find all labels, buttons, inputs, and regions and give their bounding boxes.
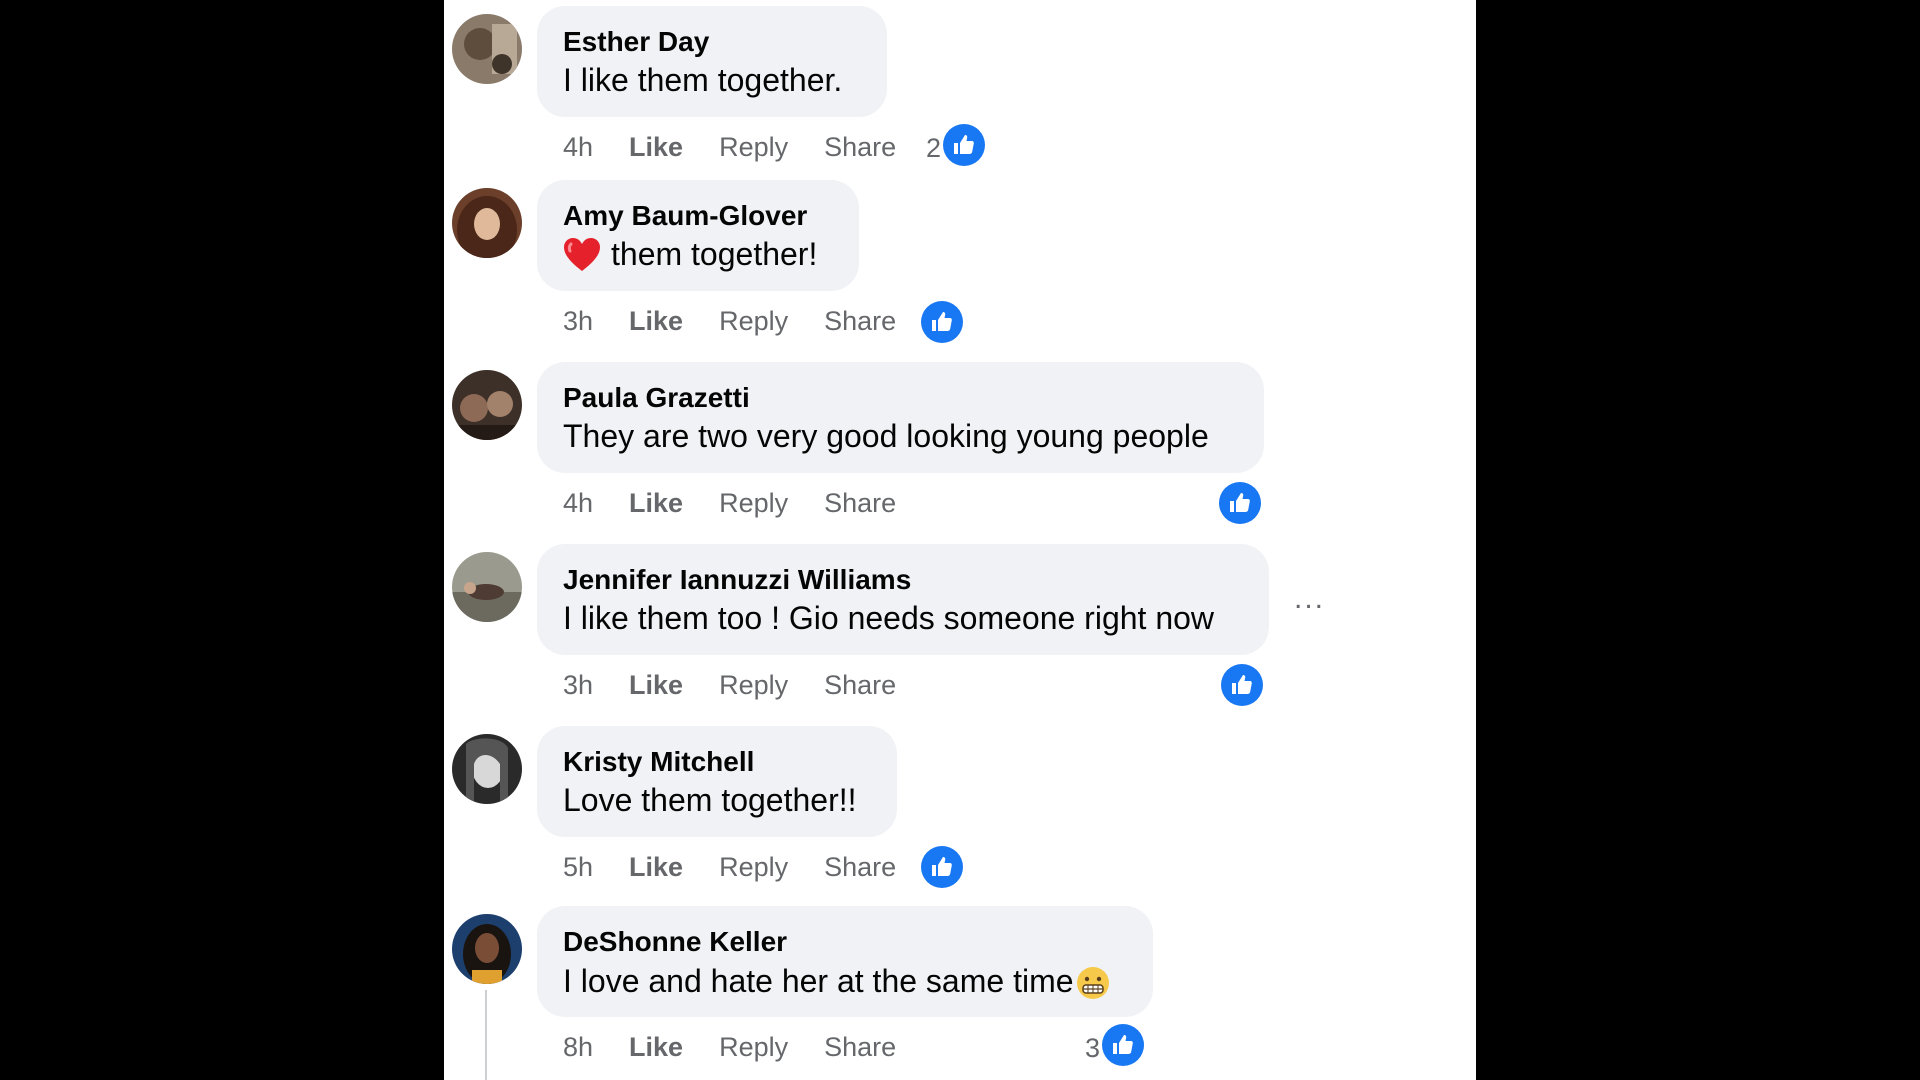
comment-text-body: I love and hate her at the same time: [563, 962, 1074, 999]
reaction-summary[interactable]: [1221, 664, 1263, 706]
comment-item: Esther Day I like them together. 4h Like…: [444, 6, 1476, 188]
comment-actions: 3h Like Reply Share: [563, 302, 932, 340]
comment-author[interactable]: Jennifer Iannuzzi Williams: [563, 564, 911, 596]
comment-timestamp[interactable]: 5h: [563, 852, 593, 883]
grimacing-face-icon: [1076, 966, 1110, 1000]
comment-timestamp[interactable]: 3h: [563, 306, 593, 337]
comment-item: DeShonne Keller I love and hate her at t…: [444, 906, 1476, 1080]
thumbs-up-icon: [1102, 1024, 1145, 1066]
comment-text: I love and hate her at the same time: [563, 962, 1110, 1000]
comment-timestamp[interactable]: 4h: [563, 488, 593, 519]
comment-text: Love them together!!: [563, 782, 857, 818]
thumbs-up-icon: [943, 124, 986, 166]
share-button[interactable]: Share: [824, 488, 896, 519]
like-button[interactable]: Like: [629, 132, 683, 163]
avatar[interactable]: [452, 370, 522, 440]
reaction-summary[interactable]: 2: [926, 124, 986, 166]
comment-actions: 4h Like Reply Share: [563, 484, 932, 522]
comment-bubble: Esther Day I like them together.: [537, 6, 887, 117]
comment-actions: 8h Like Reply Share: [563, 1028, 932, 1066]
reply-button[interactable]: Reply: [719, 1032, 788, 1063]
like-button[interactable]: Like: [629, 1032, 683, 1063]
comment-actions: 3h Like Reply Share: [563, 666, 932, 704]
comment-text: They are two very good looking young peo…: [563, 418, 1209, 454]
comment-actions: 4h Like Reply Share: [563, 128, 932, 166]
like-button[interactable]: Like: [629, 670, 683, 701]
red-heart-icon: [563, 237, 601, 273]
comment-text-body: them together!: [611, 236, 818, 272]
thumbs-up-icon: [1219, 482, 1261, 524]
like-button[interactable]: Like: [629, 306, 683, 337]
comment-timestamp[interactable]: 4h: [563, 132, 593, 163]
share-button[interactable]: Share: [824, 852, 896, 883]
reaction-count: 3: [1085, 1032, 1101, 1063]
comment-bubble: Kristy Mitchell Love them together!!: [537, 726, 897, 837]
reaction-summary[interactable]: 3: [1085, 1024, 1145, 1066]
reaction-summary[interactable]: [921, 846, 963, 888]
comment-item: Amy Baum-Glover them together! 3h Like R…: [444, 180, 1476, 362]
share-button[interactable]: Share: [824, 306, 896, 337]
reply-thread-line: [485, 990, 487, 1080]
share-button[interactable]: Share: [824, 1032, 896, 1063]
comment-text: I like them together.: [563, 62, 843, 98]
more-options-icon[interactable]: ...: [1294, 582, 1325, 616]
reply-button[interactable]: Reply: [719, 670, 788, 701]
comment-bubble: DeShonne Keller I love and hate her at t…: [537, 906, 1153, 1017]
comment-timestamp[interactable]: 8h: [563, 1032, 593, 1063]
like-button[interactable]: Like: [629, 488, 683, 519]
comment-timestamp[interactable]: 3h: [563, 670, 593, 701]
avatar[interactable]: [452, 14, 522, 84]
avatar[interactable]: [452, 552, 522, 622]
comment-author[interactable]: Paula Grazetti: [563, 382, 750, 414]
reaction-summary[interactable]: [921, 301, 963, 343]
reply-button[interactable]: Reply: [719, 132, 788, 163]
comment-item: Kristy Mitchell Love them together!! 5h …: [444, 726, 1476, 908]
thumbs-up-icon: [1221, 664, 1263, 706]
like-button[interactable]: Like: [629, 852, 683, 883]
comment-author[interactable]: Amy Baum-Glover: [563, 200, 807, 232]
reply-button[interactable]: Reply: [719, 306, 788, 337]
share-button[interactable]: Share: [824, 132, 896, 163]
comment-author[interactable]: Kristy Mitchell: [563, 746, 754, 778]
comment-text: them together!: [563, 236, 817, 273]
share-button[interactable]: Share: [824, 670, 896, 701]
comment-actions: 5h Like Reply Share: [563, 848, 932, 886]
reaction-count: 2: [926, 132, 942, 163]
comment-bubble: Jennifer Iannuzzi Williams I like them t…: [537, 544, 1269, 655]
reply-button[interactable]: Reply: [719, 852, 788, 883]
reaction-summary[interactable]: [1219, 482, 1261, 524]
avatar[interactable]: [452, 188, 522, 258]
comment-author[interactable]: DeShonne Keller: [563, 926, 787, 958]
thumbs-up-icon: [921, 846, 963, 888]
comment-bubble: Paula Grazetti They are two very good lo…: [537, 362, 1264, 473]
comment-text: I like them too ! Gio needs someone righ…: [563, 600, 1215, 636]
comments-panel: Esther Day I like them together. 4h Like…: [444, 0, 1476, 1080]
avatar[interactable]: [452, 734, 522, 804]
comment-author[interactable]: Esther Day: [563, 26, 709, 58]
comment-item: Paula Grazetti They are two very good lo…: [444, 362, 1476, 544]
avatar[interactable]: [452, 914, 522, 984]
comment-bubble: Amy Baum-Glover them together!: [537, 180, 859, 291]
reply-button[interactable]: Reply: [719, 488, 788, 519]
thumbs-up-icon: [921, 301, 963, 343]
comment-item: Jennifer Iannuzzi Williams I like them t…: [444, 544, 1476, 726]
